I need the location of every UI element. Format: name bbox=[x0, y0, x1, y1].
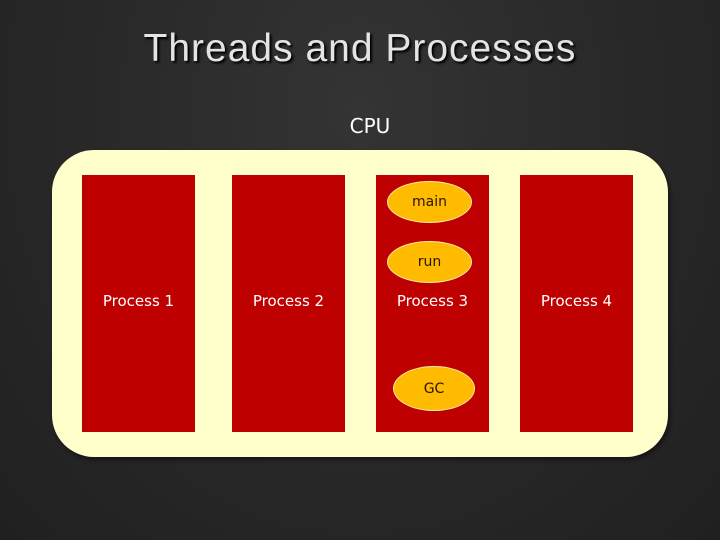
process-4-label: Process 4 bbox=[540, 292, 613, 310]
thread-gc: GC bbox=[393, 366, 475, 411]
thread-run-label: run bbox=[417, 254, 442, 270]
process-2-box: Process 2 bbox=[232, 175, 345, 432]
process-1-box: Process 1 bbox=[82, 175, 195, 432]
process-3-label: Process 3 bbox=[396, 292, 469, 310]
thread-main-label: main bbox=[412, 194, 447, 210]
process-2-label: Process 2 bbox=[252, 292, 325, 310]
thread-main: main bbox=[387, 181, 472, 223]
thread-run: run bbox=[387, 241, 472, 283]
process-4-box: Process 4 bbox=[520, 175, 633, 432]
slide-title: Threads and Processes bbox=[143, 27, 577, 70]
thread-gc-label: GC bbox=[423, 380, 445, 397]
cpu-label: CPU bbox=[349, 114, 391, 138]
process-1-label: Process 1 bbox=[102, 292, 175, 310]
